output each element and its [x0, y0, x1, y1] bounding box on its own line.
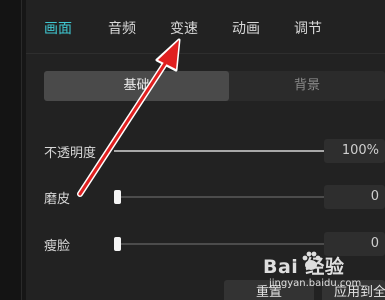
slim-face-label: 瘦脸: [44, 239, 71, 254]
tab-divider: [26, 53, 385, 54]
tab-animation[interactable]: 动画: [232, 18, 260, 38]
smooth-skin-slider-track[interactable]: [114, 190, 346, 204]
tab-picture[interactable]: 画面: [44, 18, 72, 38]
apply-to-all-button[interactable]: 应用到全: [322, 280, 385, 300]
reset-button[interactable]: 重置: [224, 280, 314, 300]
tab-speed[interactable]: 变速: [170, 18, 198, 38]
left-panel-edge: [0, 0, 22, 300]
property-tabs: 画面 音频 变速 动画 调节: [26, 0, 385, 53]
opacity-row: 不透明度 100%: [44, 139, 385, 163]
segment-basic[interactable]: 基础: [44, 71, 229, 101]
video-edit-panel: 画面 音频 变速 动画 调节 基础 背景 不透明度 100% 磨皮 0 瘦脸 0…: [0, 0, 385, 300]
segment-background[interactable]: 背景: [229, 71, 385, 101]
smooth-skin-value-field[interactable]: 0: [324, 185, 385, 209]
smooth-skin-row: 磨皮 0: [44, 185, 385, 209]
basic-background-toggle: 基础 背景: [44, 71, 385, 101]
tab-adjust[interactable]: 调节: [294, 18, 322, 38]
smooth-skin-label: 磨皮: [44, 192, 71, 207]
slim-face-value-field[interactable]: 0: [324, 232, 385, 256]
opacity-label: 不透明度: [44, 146, 97, 161]
slim-face-slider-handle[interactable]: [114, 237, 121, 251]
slim-face-slider-track[interactable]: [114, 237, 346, 251]
opacity-slider-fill: [114, 150, 341, 152]
smooth-skin-slider-handle[interactable]: [114, 190, 121, 204]
tab-audio[interactable]: 音频: [108, 18, 136, 38]
opacity-slider-track[interactable]: [114, 144, 346, 158]
slim-face-row: 瘦脸 0: [44, 232, 385, 256]
opacity-value-field[interactable]: 100%: [324, 139, 385, 163]
